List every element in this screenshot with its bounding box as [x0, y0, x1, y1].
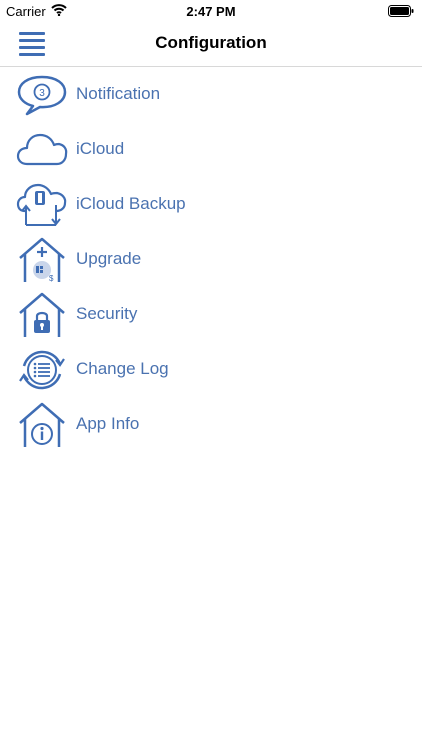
icloud-icon [16, 133, 68, 166]
page-title: Configuration [155, 33, 267, 52]
menu-item-label: Security [76, 304, 138, 323]
menu-item-icloud[interactable]: iCloud [0, 122, 422, 177]
notification-speech-bubble-icon: 3 [17, 75, 67, 116]
menu-item-label: Change Log [76, 359, 169, 378]
menu-item-label: App Info [76, 414, 140, 433]
menu-item-label: Notification [76, 84, 161, 103]
status-bar: Carrier 2:47 PM [0, 0, 422, 22]
app-info-house-icon [19, 402, 65, 447]
menu-item-label: iCloud Backup [76, 194, 186, 213]
svg-text:$: $ [49, 274, 54, 283]
menu-item-notification[interactable]: 3 Notification [0, 67, 422, 122]
menu-item-change-log[interactable]: Change Log [0, 342, 422, 397]
change-log-list-icon [19, 350, 65, 390]
menu-item-security[interactable]: Security [0, 287, 422, 342]
navigation-bar: Configuration [0, 22, 422, 67]
upgrade-house-icon: $ [19, 237, 65, 283]
menu-bar-line [19, 53, 45, 56]
icloud-backup-icon [16, 183, 67, 226]
menu-item-label: iCloud [76, 139, 125, 158]
notification-badge: 3 [39, 88, 45, 99]
menu-item-icloud-backup[interactable]: iCloud Backup [0, 177, 422, 232]
security-lock-house-icon [19, 292, 65, 337]
settings-list: 3 Notification iCloud iCloud Backup $ Up… [0, 67, 422, 452]
menu-item-label: Upgrade [76, 249, 142, 268]
battery-icon [388, 5, 414, 17]
status-time: 2:47 PM [186, 4, 236, 19]
menu-item-app-info[interactable]: App Info [0, 397, 422, 452]
menu-item-upgrade[interactable]: $ Upgrade [0, 232, 422, 287]
